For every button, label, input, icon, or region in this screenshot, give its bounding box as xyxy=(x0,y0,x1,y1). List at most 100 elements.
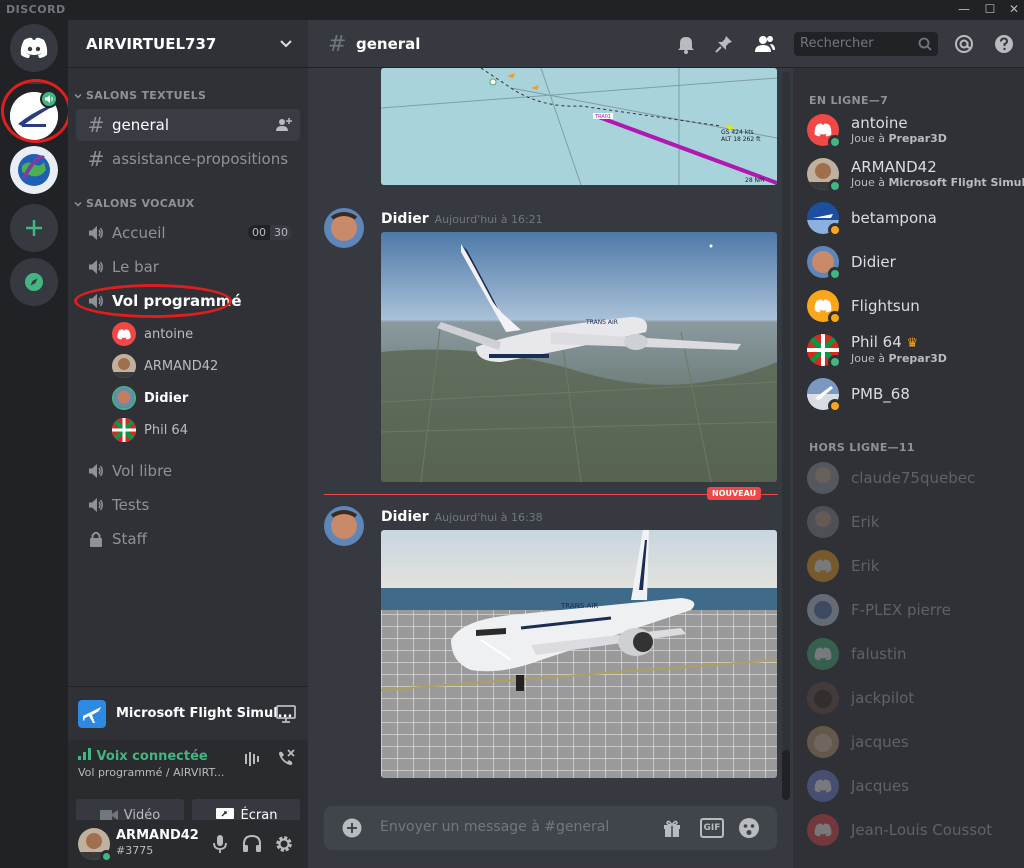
activity-panel[interactable]: Microsoft Flight Simul... xyxy=(68,686,308,740)
discord-window: DISCORD — ☐ ✕ AIRVIRTUEL737 SALONS TEXTU… xyxy=(0,0,1024,868)
member-item-offline[interactable]: Erik xyxy=(807,502,1017,542)
explore-servers-button[interactable] xyxy=(10,258,58,306)
avatar xyxy=(112,418,136,442)
member-list: EN LIGNE—7 antoine Joue à Prepar3D ARMAND… xyxy=(793,68,1024,868)
member-item[interactable]: Phil 64 ♛ Joue à Prepar3D xyxy=(807,330,1017,370)
member-item-offline[interactable]: claude75quebec xyxy=(807,458,1017,498)
member-item-offline[interactable]: Jacques xyxy=(807,766,1017,806)
disconnect-icon[interactable] xyxy=(276,748,296,768)
members-icon[interactable] xyxy=(754,34,776,54)
member-name: Erik xyxy=(851,512,880,531)
server-globe[interactable] xyxy=(10,146,58,194)
gift-icon[interactable] xyxy=(662,818,682,838)
app-brand: DISCORD xyxy=(6,3,66,16)
message-avatar[interactable] xyxy=(324,208,364,248)
member-avatar xyxy=(807,246,842,281)
username: ARMAND42 xyxy=(116,828,199,843)
invite-user-icon[interactable] xyxy=(276,117,292,133)
discord-logo-icon xyxy=(814,823,832,837)
member-activity: Joue à Prepar3D xyxy=(851,352,947,365)
basque-flag-icon xyxy=(112,418,136,442)
member-item-offline[interactable]: Jean-Louis Coussot xyxy=(807,810,1017,850)
member-item-offline[interactable]: jacques xyxy=(807,722,1017,762)
user-panel: ARMAND42 #3775 xyxy=(68,820,308,868)
voice-channel-path[interactable]: Vol programmé / AIRVIRT... xyxy=(78,766,224,779)
message-image-plane-air[interactable]: TRANS AIR xyxy=(381,232,777,482)
voice-channel-accueil[interactable]: Accueil 00 30 xyxy=(76,217,300,249)
maximize-button[interactable]: ☐ xyxy=(978,0,1002,20)
scrollbar-track[interactable] xyxy=(782,72,790,800)
gif-label: GIF xyxy=(703,823,721,833)
message-author[interactable]: Didier xyxy=(381,509,429,525)
member-item[interactable]: antoine Joue à Prepar3D xyxy=(807,110,1017,150)
close-button[interactable]: ✕ xyxy=(1002,0,1024,20)
member-item[interactable]: Flightsun xyxy=(807,286,1017,326)
noise-suppression-icon[interactable] xyxy=(244,750,262,768)
voice-user[interactable]: Phil 64 xyxy=(112,416,188,444)
help-icon[interactable] xyxy=(994,34,1014,54)
voice-user-name: antoine xyxy=(144,326,194,342)
message-author[interactable]: Didier xyxy=(381,211,429,227)
gif-button[interactable]: GIF xyxy=(700,818,724,838)
microphone-icon[interactable] xyxy=(212,834,228,854)
gear-icon[interactable] xyxy=(274,834,294,854)
member-item[interactable]: PMB_68 xyxy=(807,374,1017,414)
voice-user[interactable]: ARMAND42 xyxy=(112,352,218,380)
minimize-button[interactable]: — xyxy=(952,0,976,20)
channel-label: general xyxy=(112,116,170,134)
user-avatar[interactable] xyxy=(78,828,113,863)
member-item[interactable]: ARMAND42Joue à Microsoft Flight Simula..… xyxy=(807,154,1024,194)
compass-icon xyxy=(25,273,43,291)
member-avatar xyxy=(807,378,842,413)
emoji-icon[interactable] xyxy=(738,817,760,839)
idle-status-icon xyxy=(828,223,842,237)
user-photo-icon xyxy=(807,506,839,538)
voice-channel-tests[interactable]: Tests xyxy=(76,489,300,521)
home-button[interactable] xyxy=(10,24,58,72)
voice-channel-le-bar[interactable]: Le bar xyxy=(76,251,300,283)
member-item-offline[interactable]: jackpilot xyxy=(807,678,1017,718)
message-image-map[interactable]: TRA01 GS 424 kts ALT 18 262 ft 28 NM xyxy=(381,68,777,185)
server-header[interactable]: AIRVIRTUEL737 xyxy=(68,20,308,68)
mention-icon[interactable] xyxy=(954,34,974,54)
speaker-icon xyxy=(89,498,103,512)
scrollbar-thumb[interactable] xyxy=(782,750,790,800)
hash-icon: # xyxy=(87,147,105,171)
member-item[interactable]: Didier xyxy=(807,242,1017,282)
chat-header: # general Rechercher xyxy=(308,20,1024,68)
member-name: claude75quebec xyxy=(851,468,976,487)
category-voice[interactable]: SALONS VOCAUX xyxy=(74,197,195,210)
message-composer[interactable]: Envoyer un message à #general GIF xyxy=(324,806,777,850)
member-item-offline[interactable]: falustin xyxy=(807,634,1017,674)
title-bar: DISCORD — ☐ ✕ xyxy=(0,0,1024,20)
voice-channel-vol-libre[interactable]: Vol libre xyxy=(76,455,300,487)
voice-user[interactable]: antoine xyxy=(112,320,193,348)
channel-general[interactable]: # general xyxy=(76,109,300,141)
member-name: Flightsun xyxy=(851,296,920,315)
user-photo-icon xyxy=(807,462,839,494)
message-image-plane-ground[interactable]: TRANS AIR xyxy=(381,530,777,778)
voice-user-name: Didier xyxy=(144,390,189,406)
member-item-offline[interactable]: F-PLEX pierre xyxy=(807,590,1017,630)
discord-logo-icon xyxy=(814,779,832,793)
headphones-icon[interactable] xyxy=(242,834,262,854)
screen-share-icon[interactable] xyxy=(276,705,296,723)
add-server-button[interactable] xyxy=(10,204,58,252)
chevron-down-icon xyxy=(74,201,82,207)
channel-assistance-propositions[interactable]: # assistance-propositions xyxy=(76,143,300,175)
voice-user-speaking[interactable]: Didier xyxy=(112,384,188,412)
globe-server-icon xyxy=(10,146,58,194)
voice-channel-staff[interactable]: Staff xyxy=(76,523,300,555)
map-tag-label: TRA01 xyxy=(594,114,611,120)
member-name: betampona xyxy=(851,208,937,227)
message-avatar[interactable] xyxy=(324,506,364,546)
add-attachment-icon[interactable] xyxy=(342,818,362,838)
pin-icon[interactable] xyxy=(714,34,734,54)
speaker-icon xyxy=(89,260,103,274)
voice-user-name: Phil 64 xyxy=(144,422,188,438)
bell-icon[interactable] xyxy=(676,34,696,54)
member-item[interactable]: betampona xyxy=(807,198,1017,238)
search-input[interactable]: Rechercher xyxy=(794,32,938,56)
member-item-offline[interactable]: Erik xyxy=(807,546,1017,586)
category-text[interactable]: SALONS TEXTUELS xyxy=(74,89,206,102)
